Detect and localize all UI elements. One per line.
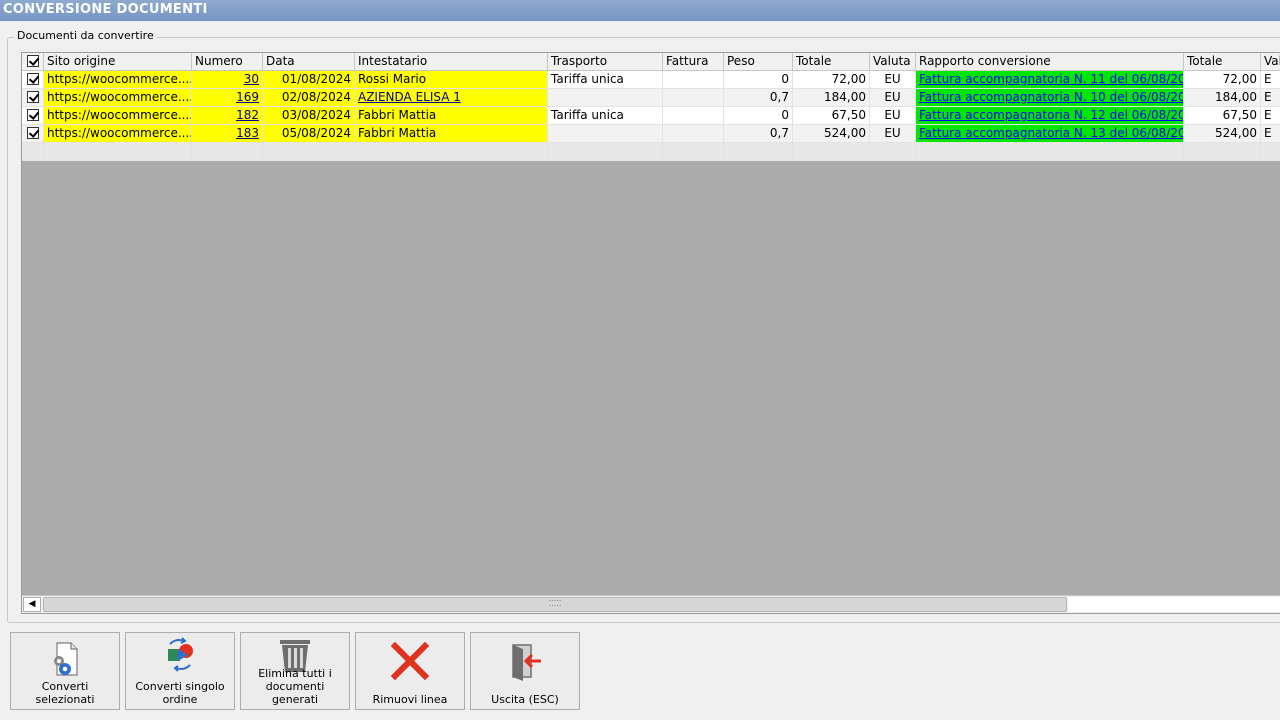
cell-data: 02/08/2024 [263, 89, 355, 107]
table-row[interactable]: https://woocommerce.... 183 05/08/2024 F… [22, 125, 1280, 143]
column-header-valuta[interactable]: Valuta [870, 53, 916, 71]
cell-totale-2: 67,50 [1184, 107, 1261, 125]
row-checkbox[interactable] [26, 109, 39, 121]
cell-data: 03/08/2024 [263, 107, 355, 125]
row-checkbox-cell[interactable] [22, 71, 44, 89]
table-row[interactable]: https://woocommerce.... 182 03/08/2024 F… [22, 107, 1280, 125]
red-x-icon [356, 641, 464, 681]
button-label: Rimuovi linea [372, 693, 448, 706]
cell-peso: 0,7 [724, 89, 793, 107]
cell-peso: 0,7 [724, 125, 793, 143]
documents-grid[interactable]: Sito origine Numero Data Intestatario Tr… [21, 52, 1280, 614]
gear-document-icon [11, 639, 119, 679]
cell-valuta: EU [870, 107, 916, 125]
cell-numero-link[interactable]: 183 [192, 125, 263, 143]
column-header-trasporto[interactable]: Trasporto [548, 53, 663, 71]
exit-door-icon [471, 641, 579, 681]
cell-fattura [663, 107, 724, 125]
column-header-totale-2[interactable]: Totale [1184, 53, 1261, 71]
header-select-all[interactable] [22, 53, 44, 71]
converti-singolo-ordine-button[interactable]: Converti singolo ordine [125, 632, 235, 710]
cell-numero-link[interactable]: 182 [192, 107, 263, 125]
cell-trasporto: Tariffa unica [548, 71, 663, 89]
cell-totale: 72,00 [793, 71, 870, 89]
column-header-valuta-2[interactable]: Val [1261, 53, 1280, 71]
column-header-sito-origine[interactable]: Sito origine [44, 53, 192, 71]
cell-sito-origine: https://woocommerce.... [44, 125, 192, 143]
cell-peso: 0 [724, 107, 793, 125]
cell-trasporto [548, 125, 663, 143]
elimina-tutti-button[interactable]: Elimina tutti i documenti generati [240, 632, 350, 710]
cell-totale-2: 72,00 [1184, 71, 1261, 89]
horizontal-scrollbar[interactable]: ◀ ⁚⁚⁚⁚⁚ [22, 595, 1280, 613]
cell-valuta: EU [870, 71, 916, 89]
window-title: CONVERSIONE DOCUMENTI [0, 0, 1280, 21]
cell-numero-link[interactable]: 169 [192, 89, 263, 107]
convert-arrows-icon [126, 635, 234, 675]
cell-totale-2: 524,00 [1184, 125, 1261, 143]
cell-intestatario: Fabbri Mattia [355, 125, 548, 143]
scrollbar-thumb[interactable]: ⁚⁚⁚⁚⁚ [43, 597, 1067, 612]
button-label: Uscita (ESC) [491, 693, 559, 706]
cell-intestatario: Rossi Mario [355, 71, 548, 89]
group-label: Documenti da convertire [14, 29, 157, 42]
cell-sito-origine: https://woocommerce.... [44, 71, 192, 89]
cell-valuta-2: E [1261, 125, 1280, 143]
row-checkbox[interactable] [26, 73, 39, 85]
cell-sito-origine: https://woocommerce.... [44, 89, 192, 107]
rimuovi-linea-button[interactable]: Rimuovi linea [355, 632, 465, 710]
cell-intestatario: Fabbri Mattia [355, 107, 548, 125]
row-checkbox-cell[interactable] [22, 89, 44, 107]
cell-valuta-2: E [1261, 89, 1280, 107]
cell-rapporto-link[interactable]: Fattura accompagnatoria N. 12 del 06/08/… [916, 107, 1184, 125]
cell-rapporto-link[interactable]: Fattura accompagnatoria N. 13 del 06/08/… [916, 125, 1184, 143]
cell-rapporto-link[interactable]: Fattura accompagnatoria N. 10 del 06/08/… [916, 89, 1184, 107]
cell-data: 01/08/2024 [263, 71, 355, 89]
scroll-left-button[interactable]: ◀ [23, 597, 41, 612]
cell-numero-link[interactable]: 30 [192, 71, 263, 89]
row-checkbox-cell[interactable] [22, 107, 44, 125]
table-row[interactable]: https://woocommerce.... 169 02/08/2024 A… [22, 89, 1280, 107]
row-checkbox-cell[interactable] [22, 125, 44, 143]
converti-selezionati-button[interactable]: Converti selezionati [10, 632, 120, 710]
cell-totale: 524,00 [793, 125, 870, 143]
column-header-numero[interactable]: Numero [192, 53, 263, 71]
cell-rapporto-link[interactable]: Fattura accompagnatoria N. 11 del 06/08/… [916, 71, 1184, 89]
cell-totale: 67,50 [793, 107, 870, 125]
new-row[interactable] [22, 143, 1280, 161]
row-checkbox[interactable] [26, 127, 39, 139]
column-header-peso[interactable]: Peso [724, 53, 793, 71]
table-row[interactable]: https://woocommerce.... 30 01/08/2024 Ro… [22, 71, 1280, 89]
cell-valuta-2: E [1261, 71, 1280, 89]
uscita-button[interactable]: Uscita (ESC) [470, 632, 580, 710]
cell-totale-2: 184,00 [1184, 89, 1261, 107]
cell-fattura [663, 89, 724, 107]
cell-fattura [663, 71, 724, 89]
select-all-checkbox[interactable] [26, 55, 39, 67]
cell-trasporto: Tariffa unica [548, 107, 663, 125]
cell-peso: 0 [724, 71, 793, 89]
cell-totale: 184,00 [793, 89, 870, 107]
cell-valuta-2: E [1261, 107, 1280, 125]
cell-sito-origine: https://woocommerce.... [44, 107, 192, 125]
cell-fattura [663, 125, 724, 143]
button-label: Converti singolo ordine [135, 680, 225, 706]
cell-intestatario-link[interactable]: AZIENDA ELISA 1 [355, 89, 548, 107]
column-header-intestatario[interactable]: Intestatario [355, 53, 548, 71]
scrollbar-track[interactable] [1068, 597, 1280, 612]
cell-trasporto [548, 89, 663, 107]
button-label: Elimina tutti i documenti generati [258, 667, 332, 706]
column-header-data[interactable]: Data [263, 53, 355, 71]
grid-header: Sito origine Numero Data Intestatario Tr… [22, 53, 1280, 71]
column-header-totale[interactable]: Totale [793, 53, 870, 71]
cell-valuta: EU [870, 89, 916, 107]
column-header-fattura[interactable]: Fattura [663, 53, 724, 71]
row-checkbox[interactable] [26, 91, 39, 103]
column-header-rapporto-conversione[interactable]: Rapporto conversione [916, 53, 1184, 71]
cell-data: 05/08/2024 [263, 125, 355, 143]
cell-valuta: EU [870, 125, 916, 143]
button-label: Converti selezionati [35, 680, 95, 706]
